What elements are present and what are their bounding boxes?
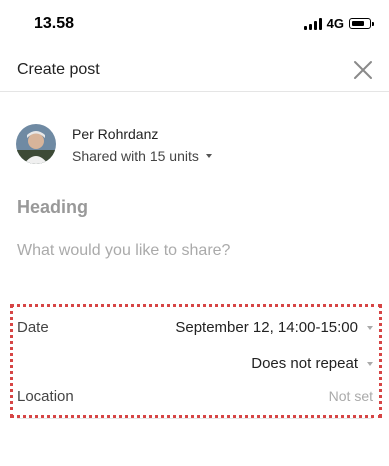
status-time: 13.58 (34, 15, 75, 32)
date-value: September 12, 14:00-15:00 (175, 319, 358, 336)
page-title: Create post (17, 61, 100, 78)
status-indicators: 4G (303, 16, 374, 31)
repeat-value: Does not repeat (251, 355, 358, 372)
close-icon (354, 61, 372, 79)
signal-icon (303, 17, 322, 30)
chevron-down-icon (367, 361, 373, 366)
location-label: Location (17, 388, 74, 405)
date-selector[interactable]: September 12, 14:00-15:00 (175, 319, 373, 336)
battery-icon (349, 18, 374, 29)
header-bar: Create post (0, 48, 389, 92)
location-row[interactable]: Location Not set (17, 382, 373, 412)
location-selector[interactable]: Not set (329, 388, 373, 404)
date-row[interactable]: Date September 12, 14:00-15:00 (17, 313, 373, 343)
close-button[interactable] (351, 58, 375, 82)
divider (17, 418, 373, 419)
post-body-input[interactable]: What would you like to share? (17, 242, 230, 260)
repeat-selector[interactable]: Does not repeat (251, 355, 373, 372)
author-section: Per Rohrdanz Shared with 15 units (16, 124, 376, 168)
repeat-row[interactable]: Does not repeat (17, 349, 373, 379)
chevron-down-icon (205, 154, 212, 158)
location-value: Not set (328, 388, 373, 404)
date-label: Date (17, 319, 49, 336)
audience-selector[interactable]: Shared with 15 units (72, 148, 212, 164)
network-type: 4G (326, 16, 344, 31)
author-name: Per Rohrdanz (72, 126, 159, 142)
chevron-down-icon (367, 325, 373, 330)
status-bar: 13.58 4G (0, 0, 389, 48)
heading-input[interactable]: Heading (17, 197, 88, 218)
avatar (16, 124, 56, 164)
audience-label: Shared with 15 units (72, 148, 199, 164)
